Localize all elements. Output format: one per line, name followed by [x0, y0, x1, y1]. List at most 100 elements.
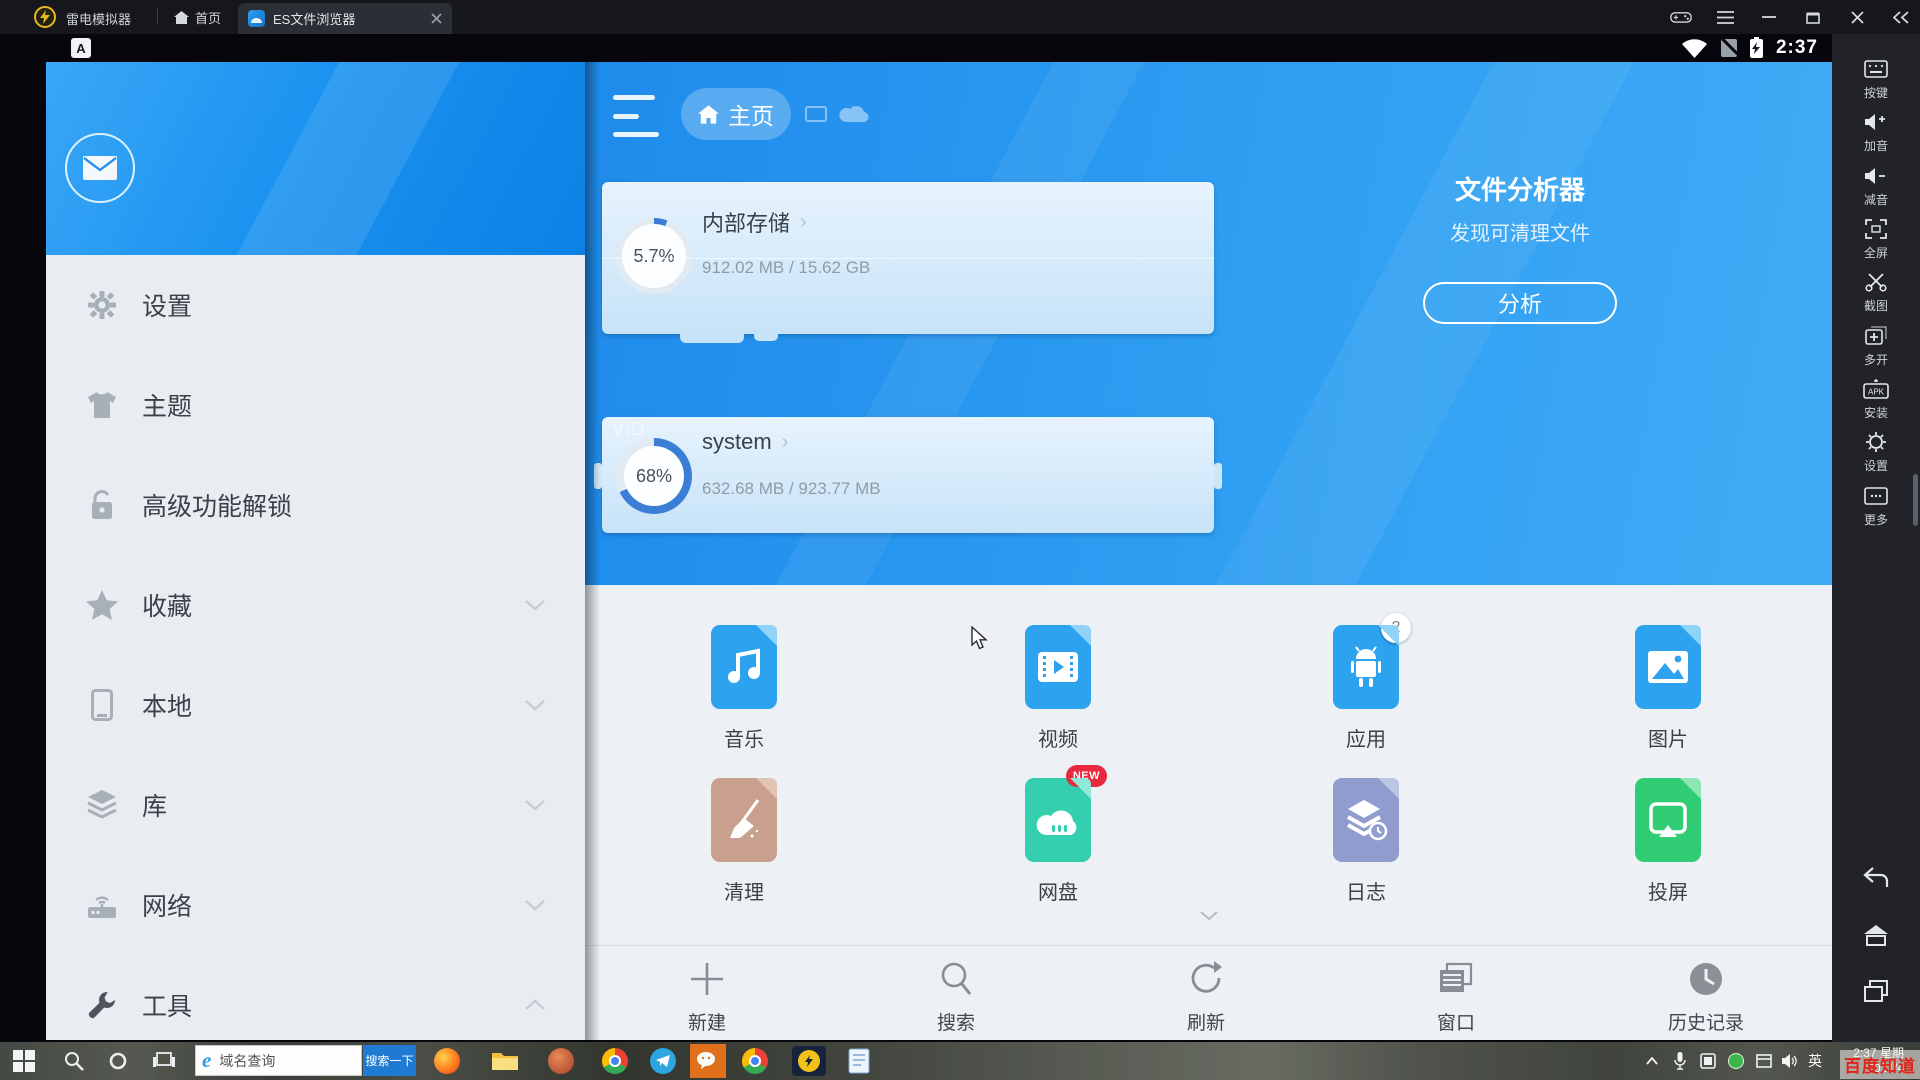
chevron-right-icon: ›	[800, 211, 807, 234]
tray-show-hidden-icons[interactable]	[1640, 1042, 1664, 1080]
tray-app-icon[interactable]	[1696, 1042, 1720, 1080]
chevron-down-icon[interactable]	[524, 699, 546, 711]
tile-logs[interactable]: 日志	[1296, 778, 1436, 905]
home-tab-pill[interactable]: 主页	[681, 88, 791, 140]
chevron-down-icon[interactable]	[524, 899, 546, 911]
windows-taskbar: e 域名查询 搜索一下 英 2:37 星期 2021/4 百度知道	[0, 1042, 1920, 1080]
search-query-text: 域名查询	[219, 1051, 275, 1071]
tile-apps[interactable]: 2 应用	[1296, 625, 1436, 752]
window-tab-icon[interactable]	[805, 106, 827, 122]
sidebar-item-screenshot[interactable]: 截图	[1832, 270, 1920, 314]
tile-video[interactable]: 视频	[988, 625, 1128, 752]
android-home-button[interactable]	[1832, 924, 1920, 946]
taskbar-app-red-icon[interactable]	[546, 1046, 576, 1076]
chevron-down-icon[interactable]	[524, 599, 546, 611]
drawer-item-library[interactable]: 库	[46, 785, 585, 825]
mail-account-button[interactable]	[65, 133, 135, 203]
android-back-button[interactable]	[1832, 866, 1920, 888]
search-button[interactable]: 搜索	[886, 956, 1026, 1035]
emulator-home-tab[interactable]: 首页	[168, 0, 227, 34]
sidebar-item-settings[interactable]: 设置	[1832, 430, 1920, 474]
cloud-drive-icon: NEW	[1025, 778, 1091, 862]
more-icon	[1832, 484, 1920, 508]
chevron-up-icon[interactable]	[524, 999, 546, 1011]
broom-icon	[711, 778, 777, 862]
taskbar-chrome2-icon[interactable]	[740, 1046, 770, 1076]
emulator-app-name: 雷电模拟器	[66, 9, 131, 28]
sidebar-item-multi-instance[interactable]: 多开	[1832, 324, 1920, 368]
tile-cast[interactable]: 投屏	[1598, 778, 1738, 905]
android-statusbar: A 2:37	[43, 34, 1832, 62]
cortana-button[interactable]	[102, 1042, 134, 1080]
taskbar-ldplayer-icon[interactable]	[792, 1046, 826, 1076]
search-go-button[interactable]: 搜索一下	[363, 1045, 416, 1076]
drawer-item-theme[interactable]: 主题	[46, 385, 585, 425]
tile-cleaner[interactable]: 清理	[674, 778, 814, 905]
android-apps-icon: 2	[1333, 625, 1399, 709]
drawer-item-favorites[interactable]: 收藏	[46, 585, 585, 625]
drawer-item-tools[interactable]: 工具	[46, 985, 585, 1025]
new-button[interactable]: 新建	[637, 956, 777, 1035]
sidebar-item-volume-down[interactable]: 减音	[1832, 164, 1920, 208]
sidebar-scrollbar[interactable]	[1913, 474, 1918, 526]
tile-music[interactable]: 音乐	[674, 625, 814, 752]
gear-icon	[86, 289, 118, 321]
sidebar-item-install-apk[interactable]: APK 安装	[1832, 377, 1920, 421]
chevron-down-icon[interactable]	[524, 799, 546, 811]
drawer-item-premium[interactable]: 高级功能解锁	[46, 485, 585, 525]
sidebar-item-keymap[interactable]: 按键	[1832, 57, 1920, 101]
refresh-button[interactable]: 刷新	[1136, 956, 1276, 1035]
taskbar-telegram-icon[interactable]	[648, 1046, 678, 1076]
home-icon	[174, 11, 189, 24]
drawer-item-network[interactable]: 网络	[46, 885, 585, 925]
storage-card-system[interactable]: VID 68% system› 632.68 MB / 923.77 MB	[602, 417, 1214, 533]
storage-usage: 632.68 MB / 923.77 MB	[702, 479, 881, 499]
analyze-button[interactable]: 分析	[1423, 282, 1617, 324]
refresh-icon	[1136, 956, 1276, 1002]
taskbar-search-input[interactable]: e 域名查询	[195, 1045, 362, 1076]
es-drawer: 设置 主题 高级功能解锁 收藏 本地 库 网络	[46, 62, 585, 1040]
drawer-item-settings[interactable]: 设置	[46, 285, 585, 325]
tray-input-language[interactable]: 英	[1804, 1042, 1826, 1080]
start-button[interactable]	[8, 1042, 40, 1080]
close-button[interactable]	[1846, 6, 1868, 28]
tray-microphone-icon[interactable]	[1668, 1042, 1692, 1080]
tray-volume-icon[interactable]	[1778, 1042, 1802, 1080]
gamepad-button[interactable]	[1670, 6, 1692, 28]
taskbar-chrome-icon[interactable]	[600, 1046, 630, 1076]
minimize-button[interactable]	[1758, 6, 1780, 28]
sidebar-item-volume-up[interactable]: 加音	[1832, 110, 1920, 154]
fullscreen-icon	[1832, 217, 1920, 241]
tile-cloud-drive[interactable]: NEW 网盘	[988, 778, 1128, 905]
cloud-tab-icon[interactable]	[839, 104, 869, 123]
tab-close-icon[interactable]	[431, 13, 442, 24]
collapse-sidebar-icon[interactable]	[1890, 6, 1912, 28]
taskbar-wechat-icon[interactable]	[690, 1044, 726, 1078]
analyzer-title: 文件分析器	[1420, 170, 1620, 207]
taskbar-notepad-icon[interactable]	[844, 1046, 874, 1076]
taskbar-search-button[interactable]	[58, 1042, 90, 1080]
storage-card-internal[interactable]: 5.7% 内部存储› 912.02 MB / 15.62 GB	[602, 182, 1214, 334]
drawer-item-local[interactable]: 本地	[46, 685, 585, 725]
tile-pictures[interactable]: 图片	[1598, 625, 1738, 752]
sidebar-item-fullscreen[interactable]: 全屏	[1832, 217, 1920, 261]
maximize-button[interactable]	[1802, 6, 1824, 28]
taskbar-firefox-icon[interactable]	[432, 1046, 462, 1076]
menu-button[interactable]	[1714, 6, 1736, 28]
history-button[interactable]: 历史记录	[1636, 956, 1776, 1035]
sidebar-item-more[interactable]: 更多	[1832, 484, 1920, 528]
storage-progress-ring: 68%	[616, 438, 692, 514]
collapse-grid-chevron[interactable]	[1200, 911, 1218, 920]
task-view-button[interactable]	[148, 1042, 180, 1080]
es-explorer-tab[interactable]: ES文件浏览器	[238, 3, 452, 34]
tray-window-icon[interactable]	[1752, 1042, 1776, 1080]
apps-count-badge: 2	[1381, 613, 1411, 643]
volume-down-icon	[1832, 164, 1920, 188]
baidu-watermark: 百度知道	[1840, 1050, 1920, 1079]
analyzer-subtitle: 发现可清理文件	[1400, 217, 1640, 246]
taskbar-explorer-icon[interactable]	[490, 1046, 520, 1076]
tray-green-status-icon[interactable]	[1724, 1042, 1748, 1080]
statusbar-clock: 2:37	[1776, 37, 1818, 59]
windows-button[interactable]: 窗口	[1386, 956, 1526, 1035]
android-recents-button[interactable]	[1832, 980, 1920, 1002]
